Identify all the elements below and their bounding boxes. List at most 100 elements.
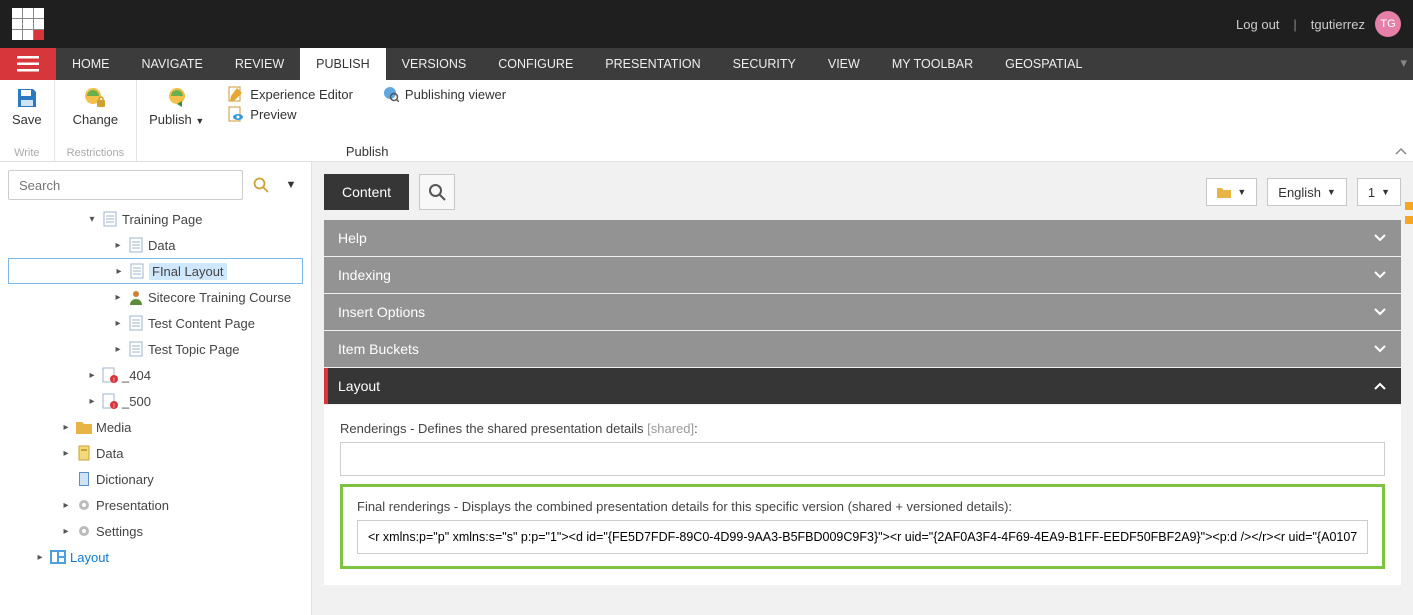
search-input[interactable] <box>8 170 243 200</box>
section-header[interactable]: Item Buckets <box>324 331 1401 367</box>
chevron-down-icon <box>1373 342 1387 356</box>
tree-node[interactable]: ▸ Media <box>8 414 303 440</box>
chevron-right-icon[interactable]: ▸ <box>113 266 125 277</box>
marker-icon <box>1405 202 1413 210</box>
tree-label: Media <box>96 420 131 435</box>
chevron-right-icon[interactable]: ▸ <box>60 526 72 537</box>
group-caption: Write <box>14 145 39 159</box>
content-search-button[interactable] <box>419 174 455 210</box>
save-button[interactable]: Save <box>12 86 42 127</box>
tree-node[interactable]: ▸ Layout <box>8 544 303 570</box>
section-header[interactable]: Help <box>324 220 1401 256</box>
chevron-right-icon[interactable]: ▸ <box>60 500 72 511</box>
tree-label: FInal Layout <box>149 263 227 280</box>
tree-node[interactable]: ▸Settings <box>8 518 303 544</box>
chevron-right-icon[interactable]: ▸ <box>112 318 124 329</box>
chevron-right-icon[interactable]: ▸ <box>112 344 124 355</box>
tree-label: Dictionary <box>96 472 154 487</box>
chevron-right-icon[interactable]: ▸ <box>112 292 124 303</box>
sidebar: ▼ ▾Training Page▸Data▸FInal Layout▸Sitec… <box>0 162 312 615</box>
chevron-right-icon[interactable]: ▸ <box>60 422 72 433</box>
tree-node[interactable]: ▸ FInal Layout <box>8 258 303 284</box>
chevron-right-icon[interactable]: ▸ <box>86 370 98 381</box>
save-icon <box>15 86 39 110</box>
search-options-button[interactable]: ▼ <box>279 173 303 197</box>
menu-view[interactable]: VIEW <box>812 48 876 80</box>
chevron-down-icon[interactable]: ▾ <box>86 214 98 225</box>
content-tab[interactable]: Content <box>324 174 409 210</box>
preview-button[interactable]: Preview <box>228 106 353 122</box>
menu-home[interactable]: HOME <box>56 48 126 80</box>
menu-security[interactable]: SECURITY <box>717 48 812 80</box>
section-header[interactable]: Indexing <box>324 257 1401 293</box>
tree-node[interactable]: ▾Training Page <box>8 206 303 232</box>
folder-icon <box>76 419 92 435</box>
avatar[interactable]: TG <box>1375 11 1401 37</box>
page-error-icon: ! <box>102 393 118 409</box>
layout-icon <box>50 549 66 565</box>
globe-publish-icon <box>165 86 189 110</box>
chevron-right-icon[interactable]: ▸ <box>112 240 124 251</box>
content-tree: ▾Training Page▸Data▸FInal Layout▸Sitecor… <box>8 206 303 570</box>
chevron-down-icon <box>1373 231 1387 245</box>
tree-node[interactable]: ▸!_404 <box>8 362 303 388</box>
menu-presentation[interactable]: PRESENTATION <box>589 48 716 80</box>
user-icon <box>128 289 144 305</box>
tree-node[interactable]: ▸!_500 <box>8 388 303 414</box>
pencil-page-icon <box>228 86 244 102</box>
menu-geospatial[interactable]: GEOSPATIAL <box>989 48 1098 80</box>
chevron-right-icon[interactable]: ▸ <box>86 396 98 407</box>
tree-node[interactable]: ▸ Presentation <box>8 492 303 518</box>
final-renderings-input[interactable] <box>357 520 1368 554</box>
hamburger-icon[interactable] <box>0 48 56 80</box>
version-dropdown[interactable]: 1▼ <box>1357 178 1401 206</box>
section-header[interactable]: Insert Options <box>324 294 1401 330</box>
menu-navigate[interactable]: NAVIGATE <box>126 48 219 80</box>
change-button[interactable]: Change <box>73 86 119 127</box>
change-label: Change <box>73 112 119 127</box>
experience-editor-button[interactable]: Experience Editor <box>228 86 353 102</box>
tree-label: Data <box>148 238 175 253</box>
eye-page-icon <box>228 106 244 122</box>
chevron-down-icon <box>1373 305 1387 319</box>
tree-node[interactable]: ▸Sitecore Training Course <box>8 284 303 310</box>
group-caption: Publish <box>228 144 506 159</box>
tree-node[interactable]: ▸Test Topic Page <box>8 336 303 362</box>
final-renderings-highlight: Final renderings - Displays the combined… <box>340 484 1385 569</box>
layout-fields: Renderings - Defines the shared presenta… <box>324 405 1401 585</box>
menu-configure[interactable]: CONFIGURE <box>482 48 589 80</box>
book-icon <box>76 471 92 487</box>
username-link[interactable]: tgutierrez <box>1311 17 1365 32</box>
publishing-viewer-button[interactable]: Publishing viewer <box>383 86 506 102</box>
chevron-right-icon[interactable]: ▸ <box>34 552 46 563</box>
tree-node[interactable]: ▸ Data <box>8 232 303 258</box>
menu-publish[interactable]: PUBLISH <box>300 48 386 80</box>
menu-versions[interactable]: VERSIONS <box>386 48 483 80</box>
tree-node[interactable]: ▸ Test Content Page <box>8 310 303 336</box>
menu-review[interactable]: REVIEW <box>219 48 300 80</box>
ribbon: Save Write Change Restrictions Publish ▼… <box>0 80 1413 162</box>
tree-label: Test Content Page <box>148 316 255 331</box>
section-header[interactable]: Layout <box>324 368 1401 404</box>
app-logo-icon[interactable] <box>12 8 44 40</box>
section-label: Indexing <box>338 267 391 283</box>
navigate-dropdown[interactable]: ▼ <box>1206 178 1257 206</box>
chevron-down-icon[interactable]: ▾ <box>1400 55 1407 71</box>
chevron-right-icon[interactable]: ▸ <box>60 448 72 459</box>
publish-dropdown-button[interactable]: Publish ▼ <box>149 86 204 127</box>
language-dropdown[interactable]: English▼ <box>1267 178 1347 206</box>
globe-lock-icon <box>83 86 107 110</box>
globe-magnify-icon <box>383 86 399 102</box>
tree-node[interactable]: ▸Data <box>8 440 303 466</box>
renderings-input[interactable] <box>340 442 1385 476</box>
search-button[interactable] <box>249 173 273 197</box>
tree-label: Presentation <box>96 498 169 513</box>
tree-label: Layout <box>70 550 109 565</box>
page-icon <box>129 263 145 279</box>
tree-node[interactable]: Dictionary <box>8 466 303 492</box>
group-caption: Restrictions <box>67 145 124 159</box>
menu-mytoolbar[interactable]: MY TOOLBAR <box>876 48 989 80</box>
logout-link[interactable]: Log out <box>1236 17 1279 32</box>
search-icon <box>253 177 269 193</box>
collapse-ribbon-icon[interactable] <box>1395 145 1407 157</box>
